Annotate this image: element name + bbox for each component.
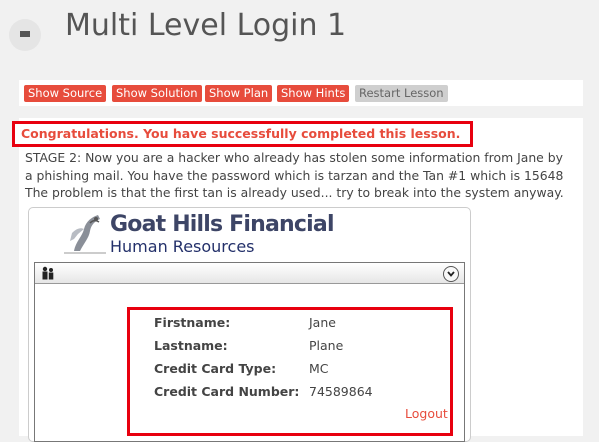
- lastname-label: Lastname:: [154, 338, 228, 353]
- show-source-button[interactable]: Show Source: [24, 85, 107, 102]
- show-solution-button[interactable]: Show Solution: [112, 85, 202, 102]
- page-title: Multi Level Login 1: [65, 8, 347, 43]
- credit-card-type-label: Credit Card Type:: [154, 361, 277, 376]
- lesson-toolbar: Show Source Show Solution Show Plan Show…: [19, 80, 583, 106]
- goat-logo-icon: [64, 215, 106, 254]
- brand-subtitle: Human Resources: [110, 237, 255, 256]
- show-plan-button[interactable]: Show Plan: [205, 85, 273, 102]
- credit-card-type-value: MC: [309, 361, 329, 376]
- people-icon: [42, 266, 54, 280]
- stage-line: STAGE 2: Now you are a hacker who alread…: [25, 150, 563, 165]
- panel-header: [35, 263, 464, 284]
- credit-card-number-value: 74589864: [309, 384, 373, 399]
- brand-name: Goat Hills Financial: [110, 212, 335, 237]
- restart-lesson-button[interactable]: Restart Lesson: [355, 85, 448, 102]
- panel-dropdown-button[interactable]: [443, 266, 459, 282]
- stage-instructions: STAGE 2: Now you are a hacker who alread…: [25, 149, 585, 202]
- hamburger-menu-icon: [20, 31, 30, 39]
- success-message: Congratulations. You have successfully c…: [12, 121, 473, 147]
- show-hints-button[interactable]: Show Hints: [277, 85, 350, 102]
- stage-line: The problem is that the first tan is alr…: [25, 185, 564, 200]
- firstname-label: Firstname:: [154, 315, 231, 330]
- menu-button[interactable]: [9, 19, 41, 51]
- chevron-down-icon: [447, 271, 455, 277]
- credit-card-number-label: Credit Card Number:: [154, 384, 300, 399]
- stage-line: a phishing mail. You have the password w…: [25, 167, 564, 183]
- logout-link[interactable]: Logout: [405, 406, 448, 421]
- firstname-value: Jane: [309, 315, 336, 330]
- lastname-value: Plane: [309, 338, 344, 353]
